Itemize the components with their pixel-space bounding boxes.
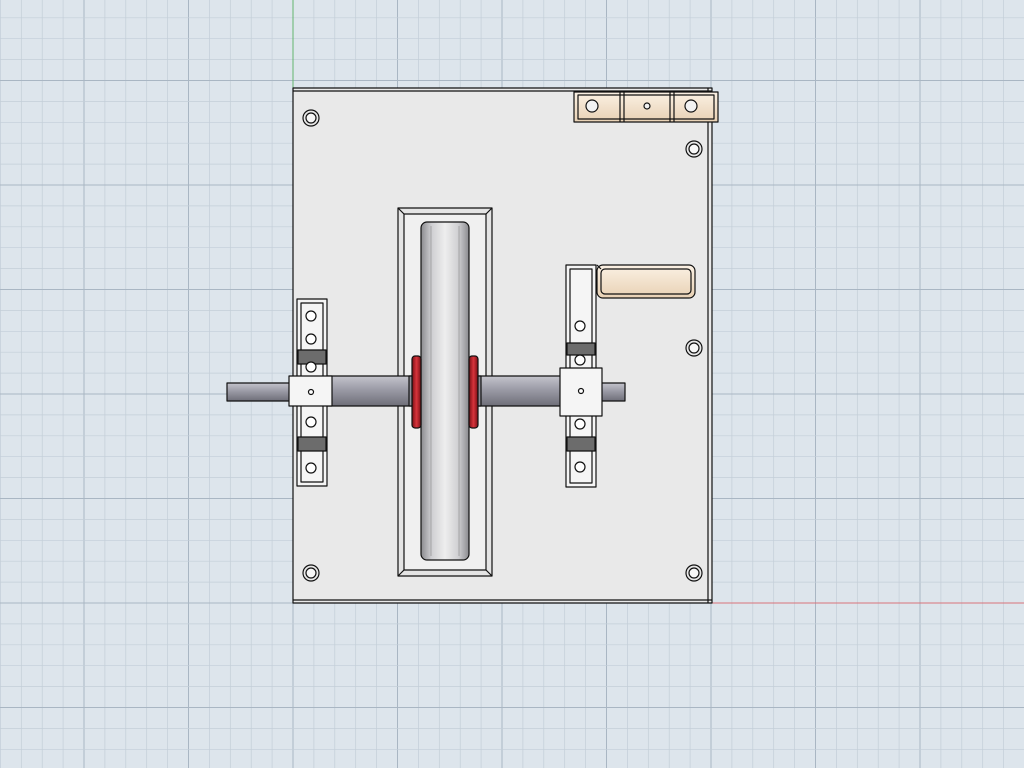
- left-bearing-block-lower: [297, 436, 327, 452]
- mounting-hole-bottom-right: [685, 564, 703, 582]
- wheel-hub-left: [411, 355, 422, 429]
- mounting-hole-top-right: [685, 140, 703, 158]
- right-bearing-block-upper: [566, 342, 596, 356]
- mounting-hole-bottom-left: [302, 564, 320, 582]
- top-mount-bracket[interactable]: [573, 91, 719, 123]
- mounting-hole-mid-right: [685, 339, 703, 357]
- base-plate-body[interactable]: [292, 87, 713, 604]
- mounting-hole-top-left: [302, 109, 320, 127]
- tan-arm-bracket[interactable]: [596, 264, 696, 299]
- assembly-model[interactable]: [226, 87, 719, 604]
- base-plate[interactable]: [292, 87, 713, 604]
- right-pillow-block-bearing[interactable]: [559, 264, 603, 488]
- wheel-hub-right: [468, 355, 479, 429]
- cad-viewport[interactable]: [0, 0, 1024, 768]
- shaft-left-end: [226, 382, 298, 402]
- viewport-canvas[interactable]: [0, 0, 1024, 768]
- right-bearing-block-lower: [566, 436, 596, 452]
